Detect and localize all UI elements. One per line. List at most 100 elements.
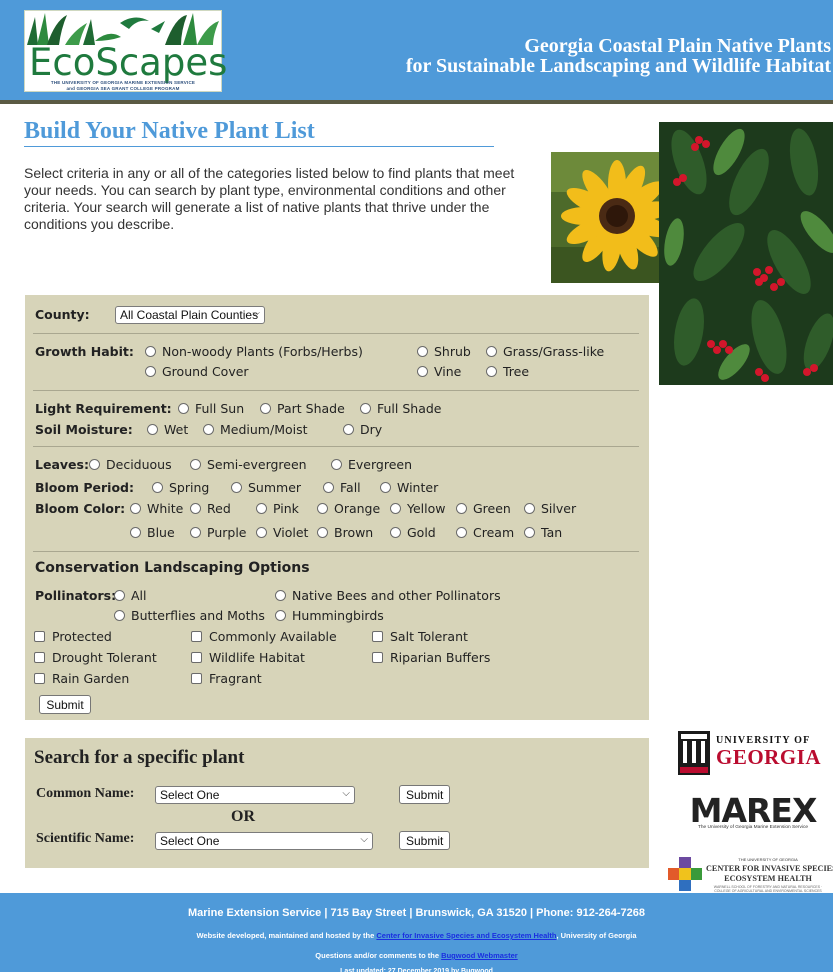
checkbox[interactable] xyxy=(34,652,45,663)
marex-logo[interactable]: MAREX The University of Georgia Marine E… xyxy=(686,791,820,835)
scientific-name-select[interactable]: Select One ⌵ xyxy=(155,832,373,850)
pollinator-option-all[interactable]: All xyxy=(114,588,147,603)
radio-button[interactable] xyxy=(256,503,267,514)
bloom-color-silver[interactable]: Silver xyxy=(524,501,576,516)
radio-button[interactable] xyxy=(256,527,267,538)
radio-button[interactable] xyxy=(130,527,141,538)
checkbox[interactable] xyxy=(191,631,202,642)
bloom-color-tan[interactable]: Tan xyxy=(524,525,562,540)
radio-button[interactable] xyxy=(331,459,342,470)
growth-option-vine[interactable]: Vine xyxy=(417,364,461,379)
radio-button[interactable] xyxy=(275,610,286,621)
radio-button[interactable] xyxy=(130,503,141,514)
growth-option-tree[interactable]: Tree xyxy=(486,364,529,379)
radio-button[interactable] xyxy=(203,424,214,435)
bloom-period-winter[interactable]: Winter xyxy=(380,480,438,495)
radio-button[interactable] xyxy=(178,403,189,414)
bloom-color-blue[interactable]: Blue xyxy=(130,525,175,540)
bloom-color-violet[interactable]: Violet xyxy=(256,525,308,540)
radio-button[interactable] xyxy=(417,346,428,357)
cises-link[interactable]: Center for Invasive Species and Ecosyste… xyxy=(376,931,556,940)
bloom-color-white[interactable]: White xyxy=(130,501,183,516)
radio-button[interactable] xyxy=(145,366,156,377)
checkbox-commonly-available[interactable]: Commonly Available xyxy=(191,629,337,644)
checkbox[interactable] xyxy=(34,631,45,642)
radio-button[interactable] xyxy=(152,482,163,493)
radio-button[interactable] xyxy=(417,366,428,377)
bloom-color-cream[interactable]: Cream xyxy=(456,525,514,540)
leaves-option-semi-evergreen[interactable]: Semi-evergreen xyxy=(190,457,307,472)
radio-button[interactable] xyxy=(260,403,271,414)
radio-button[interactable] xyxy=(323,482,334,493)
bloom-period-spring[interactable]: Spring xyxy=(152,480,209,495)
bloom-color-green[interactable]: Green xyxy=(456,501,511,516)
checkbox-riparian-buffers[interactable]: Riparian Buffers xyxy=(372,650,490,665)
radio-button[interactable] xyxy=(390,503,401,514)
radio-button[interactable] xyxy=(147,424,158,435)
checkbox-wildlife-habitat[interactable]: Wildlife Habitat xyxy=(191,650,305,665)
bloom-color-pink[interactable]: Pink xyxy=(256,501,299,516)
checkbox[interactable] xyxy=(191,673,202,684)
bloom-color-yellow[interactable]: Yellow xyxy=(390,501,445,516)
leaves-option-deciduous[interactable]: Deciduous xyxy=(89,457,172,472)
radio-button[interactable] xyxy=(89,459,100,470)
radio-button[interactable] xyxy=(190,459,201,470)
light-option-part-shade[interactable]: Part Shade xyxy=(260,401,345,416)
bloom-period-summer[interactable]: Summer xyxy=(231,480,301,495)
webmaster-link[interactable]: Bugwood Webmaster xyxy=(441,951,518,960)
radio-button[interactable] xyxy=(524,527,535,538)
soil-option-medium[interactable]: Medium/Moist xyxy=(203,422,308,437)
radio-button[interactable] xyxy=(380,482,391,493)
checkbox-fragrant[interactable]: Fragrant xyxy=(191,671,262,686)
county-select[interactable]: All Coastal Plain Counties ⌵ xyxy=(115,306,265,324)
growth-option-ground-cover[interactable]: Ground Cover xyxy=(145,364,249,379)
criteria-submit-button[interactable]: Submit xyxy=(39,695,91,714)
radio-button[interactable] xyxy=(275,590,286,601)
checkbox[interactable] xyxy=(372,631,383,642)
pollinator-option-native-bees[interactable]: Native Bees and other Pollinators xyxy=(275,588,501,603)
radio-button[interactable] xyxy=(456,527,467,538)
checkbox[interactable] xyxy=(191,652,202,663)
bloom-color-purple[interactable]: Purple xyxy=(190,525,246,540)
ecoscapes-logo[interactable]: EcoScapes THE UNIVERSITY OF GEORGIA MARI… xyxy=(24,10,227,92)
bloom-color-red[interactable]: Red xyxy=(190,501,231,516)
light-option-full-sun[interactable]: Full Sun xyxy=(178,401,244,416)
growth-option-shrub[interactable]: Shrub xyxy=(417,344,471,359)
checkbox[interactable] xyxy=(372,652,383,663)
soil-option-wet[interactable]: Wet xyxy=(147,422,188,437)
leaves-option-evergreen[interactable]: Evergreen xyxy=(331,457,412,472)
radio-button[interactable] xyxy=(317,503,328,514)
radio-button[interactable] xyxy=(145,346,156,357)
radio-button[interactable] xyxy=(231,482,242,493)
scientific-name-submit-button[interactable]: Submit xyxy=(399,831,450,850)
bloom-color-gold[interactable]: Gold xyxy=(390,525,436,540)
radio-button[interactable] xyxy=(390,527,401,538)
radio-button[interactable] xyxy=(190,503,201,514)
checkbox-protected[interactable]: Protected xyxy=(34,629,112,644)
bloom-color-orange[interactable]: Orange xyxy=(317,501,380,516)
growth-option-grass[interactable]: Grass/Grass-like xyxy=(486,344,604,359)
common-name-submit-button[interactable]: Submit xyxy=(399,785,450,804)
bloom-color-brown[interactable]: Brown xyxy=(317,525,373,540)
radio-button[interactable] xyxy=(456,503,467,514)
checkbox-drought-tolerant[interactable]: Drought Tolerant xyxy=(34,650,157,665)
radio-button[interactable] xyxy=(114,590,125,601)
radio-button[interactable] xyxy=(114,610,125,621)
checkbox-rain-garden[interactable]: Rain Garden xyxy=(34,671,129,686)
uga-logo[interactable]: UNIVERSITY OF GEORGIA xyxy=(678,731,828,779)
checkbox-salt-tolerant[interactable]: Salt Tolerant xyxy=(372,629,468,644)
pollinator-option-hummingbirds[interactable]: Hummingbirds xyxy=(275,608,384,623)
radio-button[interactable] xyxy=(360,403,371,414)
cises-logo[interactable]: THE UNIVERSITY OF GEORGIA CENTER FOR INV… xyxy=(666,854,833,894)
radio-button[interactable] xyxy=(486,366,497,377)
common-name-select[interactable]: Select One ⌵ xyxy=(155,786,355,804)
radio-button[interactable] xyxy=(190,527,201,538)
radio-button[interactable] xyxy=(317,527,328,538)
bloom-period-fall[interactable]: Fall xyxy=(323,480,361,495)
radio-button[interactable] xyxy=(343,424,354,435)
radio-button[interactable] xyxy=(524,503,535,514)
light-option-full-shade[interactable]: Full Shade xyxy=(360,401,442,416)
pollinator-option-butterflies[interactable]: Butterflies and Moths xyxy=(114,608,265,623)
soil-option-dry[interactable]: Dry xyxy=(343,422,382,437)
radio-button[interactable] xyxy=(486,346,497,357)
